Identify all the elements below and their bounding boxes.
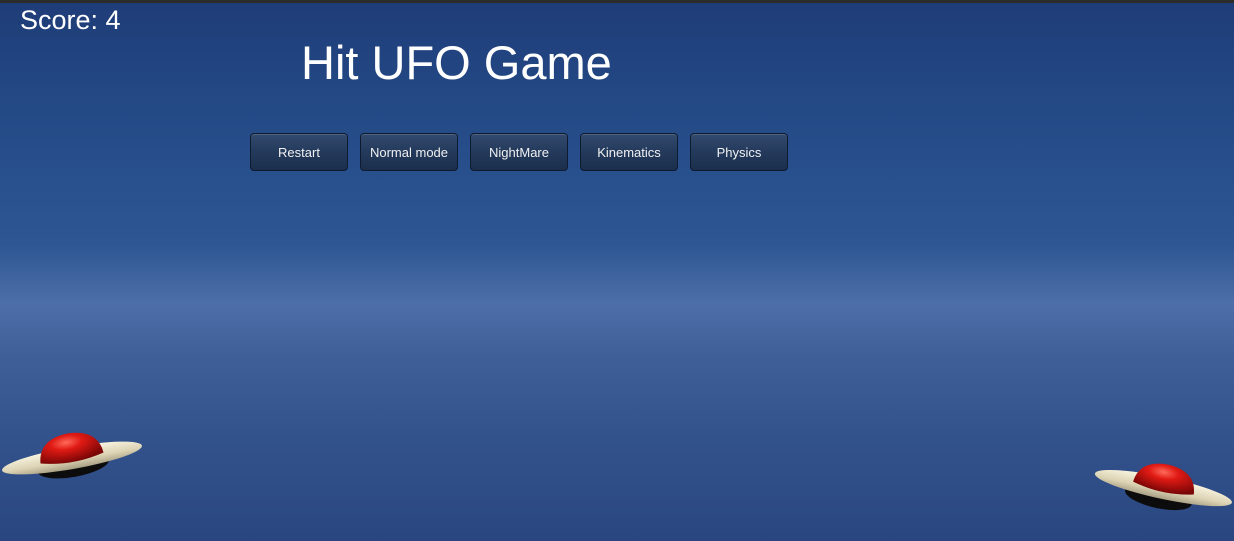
restart-button[interactable]: Restart (250, 133, 348, 171)
game-viewport[interactable]: Score: 4 Hit UFO Game Restart Normal mod… (0, 0, 1234, 541)
ufo-target[interactable] (0, 422, 145, 484)
normal-mode-button[interactable]: Normal mode (360, 133, 458, 171)
physics-button[interactable]: Physics (690, 133, 788, 171)
kinematics-button[interactable]: Kinematics (580, 133, 678, 171)
nightmare-button[interactable]: NightMare (470, 133, 568, 171)
window-top-edge (0, 0, 1234, 3)
score-label: Score: 4 (20, 5, 121, 35)
game-title: Hit UFO Game (301, 36, 612, 89)
ufo-target[interactable] (1092, 460, 1234, 522)
